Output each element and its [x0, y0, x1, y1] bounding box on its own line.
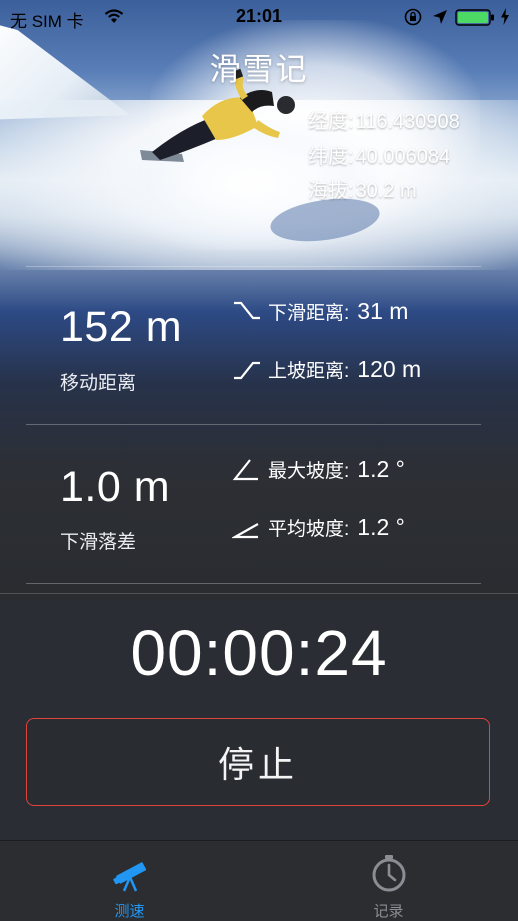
- drop-value: 1.0 m: [60, 463, 171, 511]
- distance-value: 152 m: [60, 303, 183, 351]
- latitude-value: 40.006084: [355, 146, 451, 168]
- downhill-distance-label: 下滑距离:: [268, 303, 350, 324]
- uphill-icon: [234, 361, 260, 379]
- altitude-label: 海拔:: [308, 180, 354, 202]
- max-slope-label: 最大坡度:: [268, 461, 350, 482]
- section-rule: [0, 593, 518, 594]
- tab-speed-label: 测速: [114, 903, 145, 920]
- distance-label: 移动距离: [60, 373, 137, 394]
- max-slope-icon: [232, 458, 258, 480]
- battery-icon: [455, 9, 494, 26]
- latitude-label: 纬度:: [308, 146, 354, 168]
- drop-label: 下滑落差: [60, 532, 137, 553]
- downhill-distance-row: 下滑距离: 31 m: [232, 298, 408, 325]
- uphill-distance-value: 120 m: [357, 356, 422, 382]
- downhill-icon: [234, 301, 260, 319]
- max-slope-value: 1.2 °: [357, 456, 405, 482]
- divider: [26, 583, 481, 584]
- telescope-icon: [112, 862, 146, 892]
- altitude-row: 海拔: 30.2 m: [308, 174, 417, 203]
- avg-slope-row: 平均坡度: 1.2 °: [232, 514, 405, 541]
- divider: [26, 266, 481, 267]
- downhill-distance-value: 31 m: [357, 298, 409, 324]
- app-title: 滑雪记: [209, 52, 309, 87]
- avg-slope-label: 平均坡度:: [268, 519, 350, 540]
- latitude-row: 纬度: 40.006084: [308, 140, 450, 169]
- location-arrow-icon: [433, 10, 447, 24]
- charging-bolt-icon: [501, 8, 509, 25]
- longitude-row: 经度: 116.430908: [308, 105, 460, 134]
- longitude-value: 116.430908: [355, 111, 460, 133]
- stop-button[interactable]: 停止: [26, 718, 490, 806]
- uphill-distance-label: 上坡距离:: [268, 361, 350, 382]
- max-slope-row: 最大坡度: 1.2 °: [232, 456, 405, 483]
- elapsed-timer: 00:00:24: [130, 617, 388, 689]
- divider: [26, 424, 481, 425]
- tab-bar: 测速 记录: [0, 840, 518, 921]
- altitude-value: 30.2 m: [355, 180, 417, 202]
- avg-slope-icon: [232, 522, 259, 538]
- tab-records[interactable]: 记录: [259, 841, 518, 921]
- uphill-distance-row: 上坡距离: 120 m: [232, 356, 421, 383]
- tab-records-label: 记录: [373, 903, 404, 920]
- tab-speed[interactable]: 测速: [0, 841, 259, 921]
- longitude-label: 经度:: [308, 111, 354, 133]
- rotation-lock-icon: [404, 8, 422, 26]
- stopwatch-icon: [372, 855, 405, 892]
- avg-slope-value: 1.2 °: [357, 514, 405, 540]
- status-bar: 无 SIM 卡 21:01: [0, 0, 518, 34]
